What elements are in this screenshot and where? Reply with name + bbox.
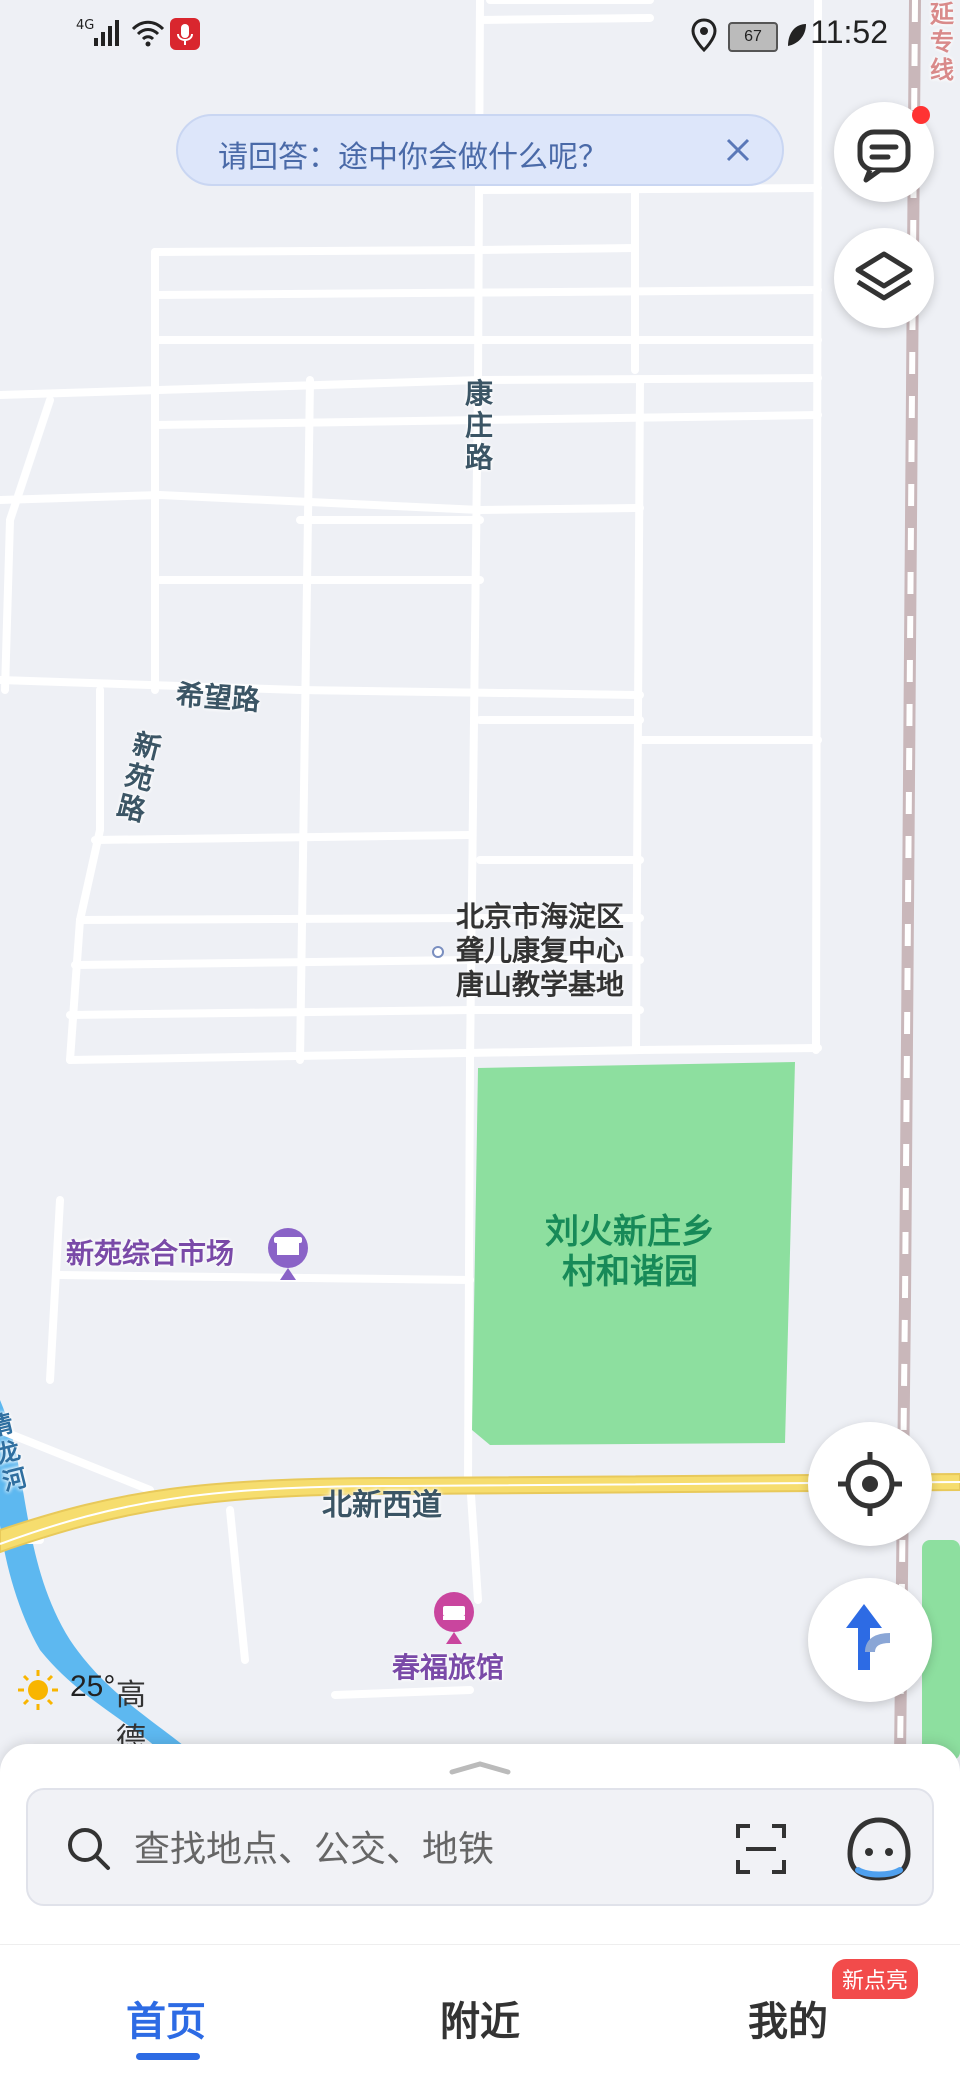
park-line-2: 村和谐园 [562,1252,698,1292]
crosshair-icon [838,1452,902,1516]
signal-icon [92,18,122,46]
tab-home[interactable]: 首页 [126,1989,206,2047]
power-saving-leaf-icon [788,24,806,46]
new-badge: 新点亮 [832,1959,919,1999]
road-label-beixinxi: 北新西道 [322,1488,442,1523]
tab-nearby[interactable]: 附近 [440,1989,520,2047]
search-icon [68,1828,110,1870]
mic-recording-icon [170,18,200,50]
search-input[interactable]: 查找地点、公交、地铁 [134,1820,494,1872]
location-status-icon [691,18,717,52]
poi-label-institute[interactable]: 北京市海淀区 聋儿康复中心 唐山教学基地 [456,900,624,1002]
layers-icon [855,251,913,301]
institute-line-3: 唐山教学基地 [456,968,625,1001]
poi-label-market[interactable]: 新苑综合市场 [66,1232,234,1272]
battery-indicator: 67 [728,22,778,52]
locate-me-button[interactable] [808,1422,932,1546]
institute-marker [432,946,444,958]
temperature: 25° [70,1670,116,1703]
road-label-kangzhuang: 康庄路 [464,377,493,474]
sun-icon [18,1670,58,1710]
clock: 11:52 [810,14,888,50]
bottom-tab-bar: 首页 附近 我的 新点亮 [0,1944,960,2081]
poi-label-park[interactable]: 刘火新庄乡 村和谐园 [520,1212,740,1292]
institute-line-1: 北京市海淀区 [456,900,625,933]
status-bar: 4G 67 11:52 [0,0,960,72]
road-label-xiwang: 希望路 [174,678,261,717]
tab-mine[interactable]: 我的 [748,1989,828,2047]
park-line-1: 刘火新庄乡 [545,1212,715,1252]
bottom-search-panel[interactable]: 查找地点、公交、地铁 [0,1744,960,1944]
close-icon[interactable] [710,122,766,178]
notification-dot [912,106,930,124]
scan-icon[interactable] [734,1822,788,1876]
route-button[interactable] [808,1578,932,1702]
question-prompt-banner[interactable]: 请回答：途中你会做什么呢？ [176,114,784,186]
search-bar[interactable]: 查找地点、公交、地铁 [26,1788,934,1906]
assistant-bot-icon[interactable] [846,1814,912,1882]
route-arrow-icon [846,1604,891,1670]
prompt-text: 请回答：途中你会做什么呢？ [218,140,608,175]
message-button[interactable] [834,102,934,202]
poi-label-hotel[interactable]: 春福旅馆 [392,1646,504,1686]
active-tab-indicator [136,2053,200,2060]
layers-button[interactable] [834,228,934,328]
drag-handle[interactable] [448,1760,512,1776]
institute-line-2: 聋儿康复中心 [456,934,625,967]
wifi-icon [131,20,165,47]
